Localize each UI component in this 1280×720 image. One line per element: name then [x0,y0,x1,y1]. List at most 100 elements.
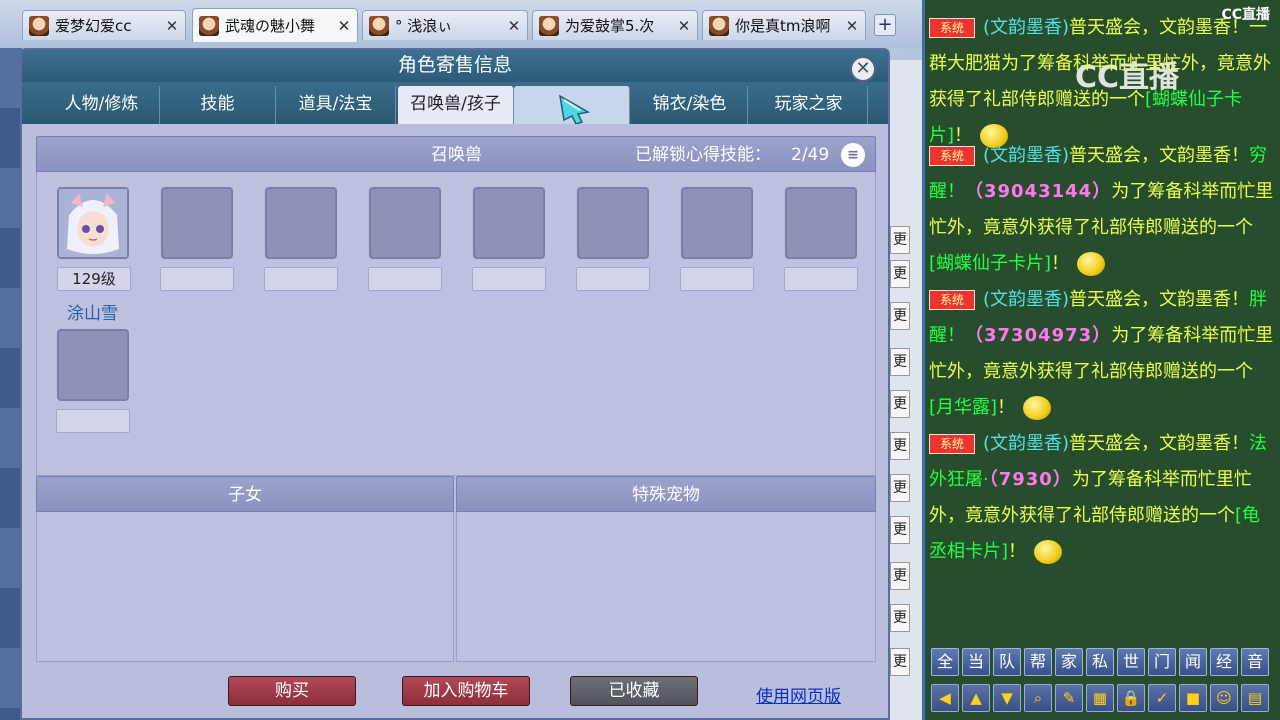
search-icon[interactable]: ⌕ [1024,684,1052,712]
pet-slot-empty[interactable] [57,329,129,401]
browser-tab[interactable]: 为爱鼓掌5.次 ✕ [532,10,698,40]
system-channel-tag: 系统 [929,146,975,166]
tab-home[interactable]: 玩家之家 [750,86,868,124]
chat-messages: 系统 (文韵墨香)普天盛会，文韵墨香！一群大肥猫为了筹备科举而忙里忙外，竟意外获得… [929,4,1275,644]
tab-skills[interactable]: 技能 [160,86,276,124]
pet-slot-label [472,267,546,291]
tab-items[interactable]: 道具/法宝 [276,86,396,124]
unlock-count: 2/49 [791,145,830,165]
channel-guild-button[interactable]: 帮 [1024,648,1052,676]
pet-slot-empty[interactable] [577,187,649,259]
pet-slot-empty[interactable] [681,187,753,259]
channel-current-button[interactable]: 当 [962,648,990,676]
chat-prefix: (文韵墨香) [983,433,1070,454]
chat-message: 系统 (文韵墨香)普天盛会，文韵墨香！穷醒！（39043144）为了筹备科举而忙里… [929,138,1275,282]
close-icon[interactable]: ✕ [507,17,521,35]
close-icon[interactable]: ✕ [677,17,691,35]
list-icon[interactable]: ≡ [841,143,865,167]
channel-sect-button[interactable]: 门 [1148,648,1176,676]
chat-message: 系统 (文韵墨香)普天盛会，文韵墨香！法外狂屠·（7930）为了筹备科举而忙里忙外… [929,426,1275,570]
consignment-dialog: 角色寄售信息 ✕ 人物/修炼 技能 道具/法宝 召唤兽/孩子 锦衣/染色 玩家之… [20,48,890,720]
pet-slot-empty[interactable] [161,187,233,259]
tab-summons[interactable]: 召唤兽/孩子 [398,86,514,124]
close-icon[interactable]: ✕ [337,17,351,35]
pet-avatar-slot[interactable] [57,187,129,259]
buy-button[interactable]: 购买 [228,676,356,706]
browser-tab[interactable]: 你是真tm浪啊 ✕ [702,10,866,40]
chat-channel-bar: 全 当 队 帮 家 私 世 门 闻 经 音 [931,648,1277,676]
game-cursor-icon [559,94,591,124]
tab-character[interactable]: 人物/修炼 [44,86,160,124]
channel-voice-button[interactable]: 音 [1241,648,1269,676]
chat-prefix: (文韵墨香) [983,17,1070,38]
channel-world-button[interactable]: 世 [1117,648,1145,676]
player-id: （39043144） [965,181,1112,202]
emoji-icon[interactable]: ☺ [1210,684,1238,712]
use-web-version-link[interactable]: 使用网页版 [756,682,841,707]
system-channel-tag: 系统 [929,18,975,38]
chat-end: ！ [1051,253,1070,274]
browser-tab-active[interactable]: 武魂の魅小舞 ✕ [192,8,358,42]
new-tab-button[interactable]: + [874,14,896,36]
browser-tab[interactable]: ° 浅浪ぃ ✕ [362,10,528,40]
pet-slot-empty[interactable] [785,187,857,259]
edge-mark: 更 [890,226,910,254]
add-to-cart-button[interactable]: 加入购物车 [402,676,530,706]
game-favicon-icon [369,15,389,36]
pet-slot-label [576,267,650,291]
browser-tab[interactable]: 爱梦幻爱cc ✕ [22,10,186,40]
pet-slot-label [56,409,130,433]
collected-button[interactable]: 已收藏 [570,676,698,706]
summon-panel: 召唤兽 已解锁心得技能： 2/49 ≡ 129级 涂山雪 [36,136,876,476]
chat-text: 普天盛会，文韵墨香！ [1069,289,1250,310]
browser-tab-title: 爱梦幻爱cc [55,17,132,35]
chat-item-link[interactable]: [蝴蝶仙子卡片] [929,253,1051,274]
pet-name[interactable]: 涂山雪 [67,299,118,324]
system-channel-tag: 系统 [929,434,975,454]
chat-panel: CC直播 CC直播 系统 (文韵墨香)普天盛会，文韵墨香！一群大肥猫为了筹备科举而… [922,0,1280,720]
screen: { "browser_tabs": [ {"title": "爱梦幻爱cc", … [0,0,1280,720]
pet-slot-empty[interactable] [473,187,545,259]
pet-slot-label [784,267,858,291]
channel-family-button[interactable]: 家 [1055,648,1083,676]
check-icon[interactable]: ✓ [1148,684,1176,712]
arrow-down-icon[interactable]: ▼ [993,684,1021,712]
channel-trade-button[interactable]: 经 [1210,648,1238,676]
close-icon[interactable]: ✕ [845,17,859,35]
game-side-strip [0,48,22,720]
channel-team-button[interactable]: 队 [993,648,1021,676]
close-icon[interactable]: ✕ [165,17,179,35]
browser-tab-title: ° 浅浪ぃ [395,17,453,35]
channel-all-button[interactable]: 全 [931,648,959,676]
browser-tab-title: 武魂の魅小舞 [225,17,316,35]
chat-prefix: (文韵墨香) [983,289,1070,310]
edge-mark: 更 [890,260,910,288]
chat-tool-bar: ◀ ▲ ▼ ⌕ ✎ ▦ 🔒 ✓ ■ ☺ ▤ [931,684,1277,712]
game-favicon-icon [709,15,729,36]
chat-end: ！ [1008,541,1027,562]
channel-news-button[interactable]: 闻 [1179,648,1207,676]
lock-icon[interactable]: 🔒 [1117,684,1145,712]
edge-mark: 更 [890,348,910,376]
chat-message: 系统 (文韵墨香)普天盛会，文韵墨香！胖醒！（37304973）为了筹备科举而忙里… [929,282,1275,426]
arrow-left-icon[interactable]: ◀ [931,684,959,712]
summon-panel-title: 召唤兽 [431,145,482,165]
arrow-up-icon[interactable]: ▲ [962,684,990,712]
grid-icon[interactable]: ▦ [1086,684,1114,712]
channel-private-button[interactable]: 私 [1086,648,1114,676]
player-id: （7930） [988,469,1072,490]
pet-slot-empty[interactable] [369,187,441,259]
close-icon[interactable]: ✕ [850,56,876,82]
edit-icon[interactable]: ✎ [1055,684,1083,712]
chat-item-link[interactable]: [月华露] [929,397,997,418]
smiley-emoji-icon [1077,252,1106,276]
chat-prefix: (文韵墨香) [983,145,1070,166]
chat-text: 普天盛会，文韵墨香！ [1069,145,1250,166]
square-icon[interactable]: ■ [1179,684,1207,712]
list-icon[interactable]: ▤ [1241,684,1269,712]
edge-mark: 更 [890,432,910,460]
dialog-title: 角色寄售信息 [22,50,888,82]
pet-slot-empty[interactable] [265,187,337,259]
tab-outfit[interactable]: 锦衣/染色 [632,86,748,124]
edge-mark: 更 [890,604,910,632]
